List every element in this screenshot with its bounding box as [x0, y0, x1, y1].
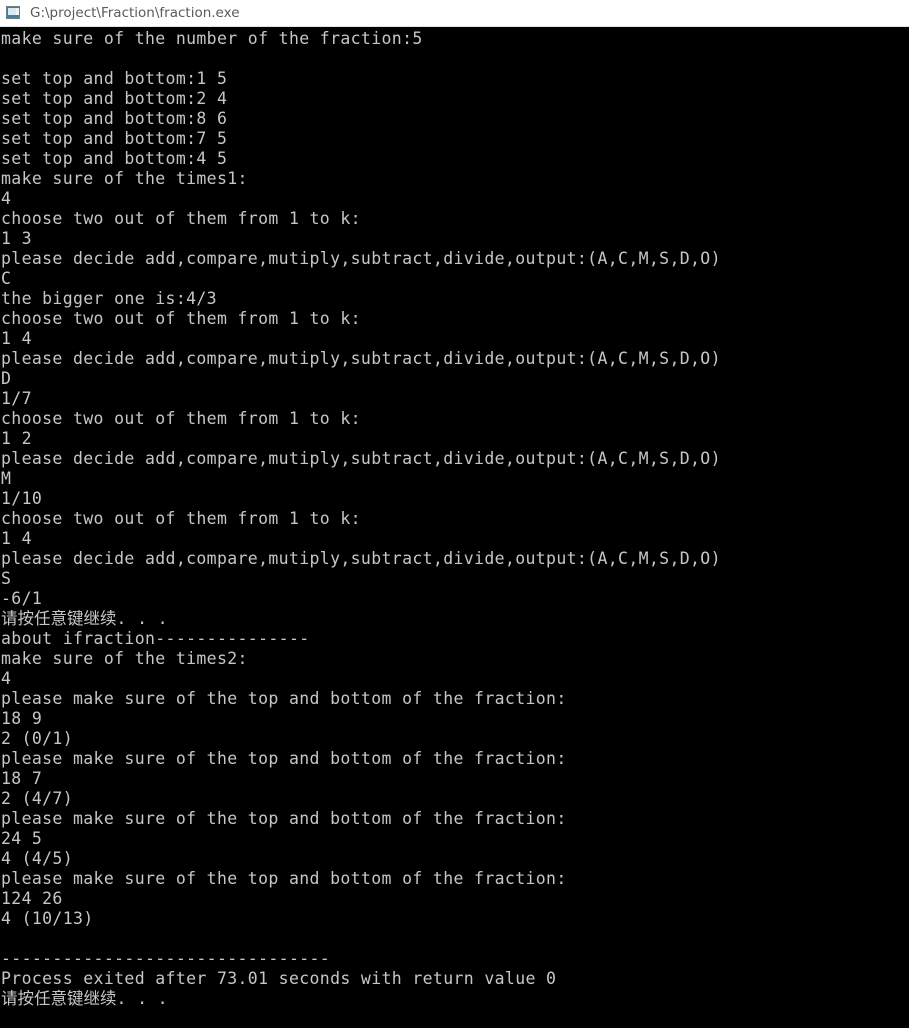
console-line: M [1, 469, 12, 488]
console-line: choose two out of them from 1 to k: [1, 209, 361, 228]
console-line: 2 (0/1) [1, 729, 73, 748]
console-line: 1 4 [1, 329, 32, 348]
console-line: set top and bottom:2 4 [1, 89, 228, 108]
console-line: set top and bottom:7 5 [1, 129, 228, 148]
console-line: D [1, 369, 12, 388]
console-line: 1/7 [1, 389, 32, 408]
console-line: 4 (10/13) [1, 909, 94, 928]
console-line: please decide add,compare,mutiply,subtra… [1, 249, 721, 268]
console-line: set top and bottom:4 5 [1, 149, 228, 168]
console-line: C [1, 269, 12, 288]
console-line: choose two out of them from 1 to k: [1, 309, 361, 328]
console-line: please decide add,compare,mutiply,subtra… [1, 349, 721, 368]
console-line: 1 4 [1, 529, 32, 548]
console-line: 1/10 [1, 489, 43, 508]
console-line: 18 7 [1, 769, 43, 788]
console-line: Process exited after 73.01 seconds with … [1, 969, 557, 988]
console-line: please make sure of the top and bottom o… [1, 689, 567, 708]
cjk-text: 请按任意键继续 [1, 609, 117, 628]
ascii-text: . . . [116, 609, 168, 628]
console-line: please make sure of the top and bottom o… [1, 869, 567, 888]
console-line: please make sure of the top and bottom o… [1, 749, 567, 768]
console-line: 4 (4/5) [1, 849, 73, 868]
console-line: 2 (4/7) [1, 789, 73, 808]
console-line: about ifraction--------------- [1, 629, 310, 648]
window-title: G:\project\Fraction\fraction.exe [30, 5, 240, 21]
console-line: S [1, 569, 12, 588]
console-line: make sure of the times2: [1, 649, 248, 668]
console-app-icon [6, 5, 22, 21]
console-line: 124 26 [1, 889, 63, 908]
console-line: -------------------------------- [1, 949, 331, 968]
console-output-area[interactable]: make sure of the number of the fraction:… [0, 27, 909, 1028]
console-line: make sure of the times1: [1, 169, 248, 188]
window-titlebar[interactable]: G:\project\Fraction\fraction.exe [0, 0, 909, 27]
console-line: set top and bottom:1 5 [1, 69, 228, 88]
console-line: make sure of the number of the fraction:… [1, 29, 423, 48]
console-line: 请按任意键继续. . . [1, 609, 909, 629]
console-line: set top and bottom:8 6 [1, 109, 228, 128]
console-line: choose two out of them from 1 to k: [1, 409, 361, 428]
console-line: -6/1 [1, 589, 43, 608]
console-line: 4 [1, 669, 12, 688]
console-line: 1 3 [1, 229, 32, 248]
console-line: choose two out of them from 1 to k: [1, 509, 361, 528]
console-line: 请按任意键继续. . . [1, 989, 909, 1009]
console-line: please decide add,compare,mutiply,subtra… [1, 449, 721, 468]
console-line: 18 9 [1, 709, 43, 728]
console-line: please decide add,compare,mutiply,subtra… [1, 549, 721, 568]
cjk-text: 请按任意键继续 [1, 989, 117, 1008]
console-line: 4 [1, 189, 12, 208]
console-text: make sure of the number of the fraction:… [1, 29, 909, 1009]
console-line: 1 2 [1, 429, 32, 448]
console-line: the bigger one is:4/3 [1, 289, 217, 308]
console-line: 24 5 [1, 829, 43, 848]
ascii-text: . . . [116, 989, 168, 1008]
console-line: please make sure of the top and bottom o… [1, 809, 567, 828]
